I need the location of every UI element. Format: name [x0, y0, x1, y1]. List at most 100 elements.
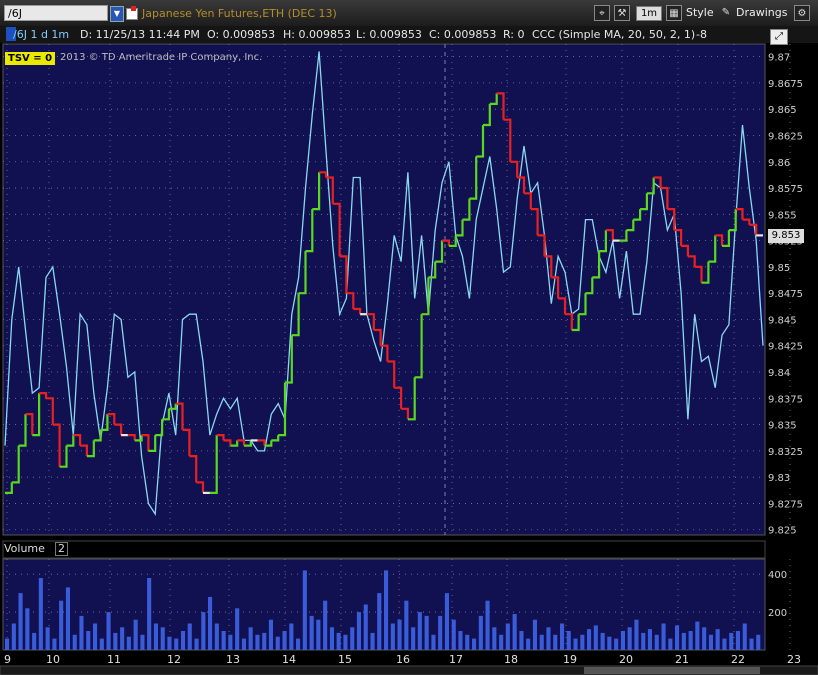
volume-bar	[546, 627, 551, 651]
volume-bar	[59, 600, 64, 650]
y-axis-tick-label: 9.84	[768, 368, 790, 379]
wrench-icon[interactable]: ⚒	[614, 5, 630, 21]
bar-date: D: 11/25/13 11:44 PM	[80, 28, 200, 41]
y-axis-tick-label: 9.8625	[768, 131, 803, 142]
x-axis-tick-label: 21	[675, 653, 689, 666]
study-label: CCC (Simple MA, 20, 50, 2, 1)	[532, 28, 696, 41]
x-axis-tick-label: 12	[167, 653, 181, 666]
volume-bar	[302, 570, 307, 650]
volume-bar	[695, 621, 700, 650]
toolbar: /6J ▼ Japanese Yen Futures,ETH (DEC 13) …	[0, 0, 818, 27]
y-axis-tick-label: 9.825	[768, 526, 797, 537]
volume-bar	[417, 612, 422, 650]
volume-bar	[607, 636, 612, 650]
y-axis-tick-label: 9.8275	[768, 499, 803, 510]
x-axis-tick-label: 22	[731, 653, 745, 666]
volume-bar	[390, 623, 395, 650]
tsv-badge: TSV = 0	[5, 52, 56, 65]
volume-bar	[106, 612, 111, 650]
volume-bar	[593, 625, 598, 650]
chart-area[interactable]: 9.87 9.8675 9.865 9.8625 9.86 9.8575 9.855 9.85…	[0, 43, 818, 675]
y-axis-tick-label: 9.8325	[768, 447, 803, 458]
volume-bar	[262, 632, 267, 650]
x-axis-tick-label: 11	[107, 653, 121, 666]
volume-bar	[478, 615, 483, 650]
grid-icon[interactable]: ▦	[666, 5, 682, 21]
volume-bar	[18, 593, 23, 650]
volume-bar	[729, 632, 734, 650]
drawings-menu[interactable]: Drawings	[736, 4, 787, 22]
y-axis-tick-label: 9.87	[768, 53, 790, 64]
volume-bar	[722, 638, 727, 650]
volume-bar	[194, 638, 199, 650]
x-axis-tick-label: 17	[449, 653, 463, 666]
volume-bar	[140, 634, 145, 650]
volume-bar	[187, 623, 192, 650]
x-axis-tick-label: 20	[619, 653, 633, 666]
bar-open: O: 0.009853	[207, 28, 276, 41]
bar-range: R: 0	[503, 28, 525, 41]
price-chart[interactable]: 9.87 9.8675 9.865 9.8625 9.86 9.8575 9.855 9.85…	[0, 43, 818, 675]
volume-bar	[86, 631, 91, 650]
volume-bar	[329, 627, 334, 651]
volume-bar	[52, 638, 57, 650]
volume-bar	[404, 600, 409, 650]
y-axis-tick-label: 9.845	[768, 315, 797, 326]
timeframe-button[interactable]: 1m	[636, 6, 662, 21]
chart-drawing-tool-icon[interactable]: ⤢	[770, 29, 788, 45]
volume-bar	[289, 623, 294, 650]
volume-bar	[38, 578, 43, 650]
volume-bar	[654, 634, 659, 650]
crosshair-icon[interactable]: ⌖	[594, 5, 610, 21]
volume-axis-tick-label: 200	[768, 608, 787, 619]
volume-bar	[526, 638, 531, 650]
volume-bar	[79, 615, 84, 650]
settings-icon[interactable]: ⚙	[794, 5, 810, 21]
volume-bar	[275, 636, 280, 650]
y-axis-tick-label: 9.835	[768, 421, 797, 432]
volume-label: Volume	[4, 542, 45, 555]
volume-bar	[214, 623, 219, 650]
y-axis-tick-label: 9.855	[768, 210, 797, 221]
volume-bar	[661, 623, 666, 650]
volume-bar	[411, 627, 416, 651]
y-axis-tick-label: 9.8475	[768, 289, 803, 300]
volume-bar	[235, 608, 240, 650]
y-axis-tick-label: 9.865	[768, 105, 797, 116]
volume-bar	[343, 634, 348, 650]
volume-bar	[499, 634, 504, 650]
scrollbar-thumb	[584, 667, 760, 674]
y-axis-tick-label: 9.85	[768, 263, 790, 274]
bar-close: C: 0.009853	[429, 28, 497, 41]
symbol-input[interactable]: /6J	[4, 5, 108, 21]
price-panel-background	[2, 43, 766, 536]
volume-bar	[735, 631, 740, 650]
y-axis-tick-label: 9.83	[768, 473, 790, 484]
volume-bar	[472, 638, 477, 650]
volume-bar	[397, 619, 402, 650]
volume-bar	[566, 631, 571, 650]
style-menu[interactable]: Style	[686, 4, 714, 22]
volume-bar	[384, 570, 389, 650]
volume-bar	[756, 634, 761, 650]
y-axis-tick-label: 9.8375	[768, 394, 803, 405]
volume-bar	[11, 623, 16, 650]
volume-bar	[65, 587, 70, 650]
volume-bar	[126, 636, 131, 650]
volume-bar	[45, 627, 50, 651]
x-axis-tick-label: 18	[504, 653, 518, 666]
x-axis-tick-label: 9	[4, 653, 11, 666]
symbol-dropdown-button[interactable]: ▼	[110, 6, 124, 22]
volume-bar	[539, 634, 544, 650]
volume-bar	[316, 619, 321, 650]
volume-bar	[600, 632, 605, 650]
volume-bar	[5, 638, 10, 650]
link-icon[interactable]	[126, 6, 138, 20]
volume-bar	[208, 596, 213, 650]
volume-bar	[72, 634, 77, 650]
bar-high: H: 0.009853	[283, 28, 351, 41]
volume-bar	[444, 593, 449, 650]
volume-bar	[688, 631, 693, 650]
volume-bar	[133, 619, 138, 650]
volume-bar	[147, 578, 152, 650]
